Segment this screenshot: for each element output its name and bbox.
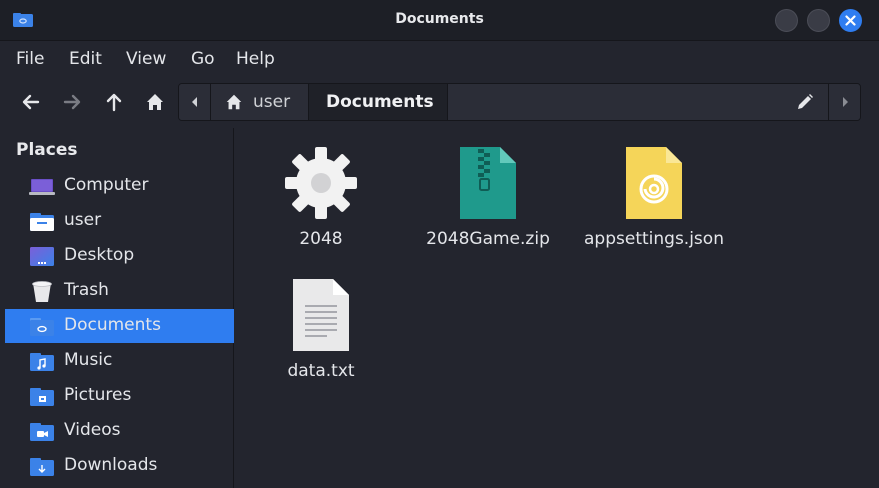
json-file-icon — [626, 147, 682, 219]
file-name: 2048 — [299, 229, 343, 249]
file-item[interactable]: 2048Game.zip — [403, 147, 573, 249]
music-folder-icon — [30, 353, 54, 371]
menu-file[interactable]: File — [16, 49, 44, 69]
toolbar: user Documents — [0, 78, 879, 128]
maximize-button[interactable] — [807, 9, 830, 32]
sidebar-item-label: Trash — [64, 280, 109, 300]
file-name: appsettings.json — [584, 229, 724, 249]
menu-go[interactable]: Go — [191, 49, 215, 69]
window-title: Documents — [395, 11, 484, 27]
path-scroll-left-button[interactable] — [179, 84, 211, 120]
pencil-edit-icon[interactable] — [796, 93, 814, 111]
sidebar-item-label: Desktop — [64, 245, 135, 265]
sidebar-item-label: Videos — [64, 420, 121, 440]
title-bar: Documents — [0, 0, 879, 41]
places-heading: Places — [16, 140, 78, 160]
sidebar-item-label: Downloads — [64, 455, 158, 475]
close-button[interactable] — [839, 9, 862, 32]
chevron-left-icon — [192, 97, 197, 107]
sidebar-item-downloads[interactable]: Downloads — [5, 449, 234, 483]
sidebar-item-trash[interactable]: Trash — [5, 274, 234, 308]
sidebar-item-label: Computer — [64, 175, 149, 195]
zip-archive-icon — [460, 147, 516, 219]
sidebar-item-videos[interactable]: Videos — [5, 414, 234, 448]
back-arrow-icon[interactable] — [20, 91, 42, 113]
path-segment-current[interactable]: Documents — [309, 84, 448, 120]
home-icon — [226, 94, 242, 110]
up-arrow-icon[interactable] — [103, 91, 125, 113]
menu-bar: File Edit View Go Help — [0, 41, 879, 77]
file-name: data.txt — [287, 361, 355, 381]
places-sidebar: Places Computer user Desktop Trash Docum… — [0, 128, 234, 488]
videos-folder-icon — [30, 423, 54, 441]
text-file-icon — [293, 279, 349, 351]
trash-icon — [32, 281, 52, 302]
path-current-label: Documents — [326, 92, 434, 112]
file-view: 2048 2048Game.zip appsettings.json data.… — [235, 128, 879, 488]
path-bar: user Documents — [178, 83, 861, 121]
menu-view[interactable]: View — [126, 49, 166, 69]
minimize-button[interactable] — [775, 9, 798, 32]
file-item[interactable]: data.txt — [236, 279, 406, 381]
sidebar-item-pictures[interactable]: Pictures — [5, 379, 234, 413]
path-segment-home[interactable]: user — [211, 84, 309, 120]
home-folder-icon — [30, 213, 54, 231]
sidebar-item-label: Music — [64, 350, 113, 370]
desktop-folder-icon — [30, 247, 54, 266]
menu-edit[interactable]: Edit — [69, 49, 102, 69]
menu-help[interactable]: Help — [236, 49, 275, 69]
close-icon — [845, 15, 856, 26]
path-edit-area[interactable] — [448, 84, 829, 120]
sidebar-item-music[interactable]: Music — [5, 344, 234, 378]
pictures-folder-icon — [30, 388, 54, 406]
sidebar-item-desktop[interactable]: Desktop — [5, 239, 234, 273]
forward-arrow-icon[interactable] — [61, 91, 83, 113]
sidebar-item-documents[interactable]: Documents — [5, 309, 234, 343]
computer-icon — [29, 179, 55, 195]
file-item[interactable]: 2048 — [236, 147, 406, 249]
file-item[interactable]: appsettings.json — [569, 147, 739, 249]
sidebar-item-label: Pictures — [64, 385, 132, 405]
sidebar-item-user[interactable]: user — [5, 204, 234, 238]
path-scroll-right-button[interactable] — [829, 84, 860, 120]
sidebar-item-label: user — [64, 210, 102, 230]
executable-gear-icon — [285, 147, 357, 219]
path-home-label: user — [253, 92, 291, 112]
sidebar-item-computer[interactable]: Computer — [5, 169, 234, 203]
sidebar-item-label: Documents — [64, 315, 161, 335]
documents-folder-icon — [30, 318, 54, 336]
file-name: 2048Game.zip — [426, 229, 550, 249]
home-icon[interactable] — [144, 91, 166, 113]
chevron-right-icon — [843, 97, 848, 107]
downloads-folder-icon — [30, 458, 54, 476]
